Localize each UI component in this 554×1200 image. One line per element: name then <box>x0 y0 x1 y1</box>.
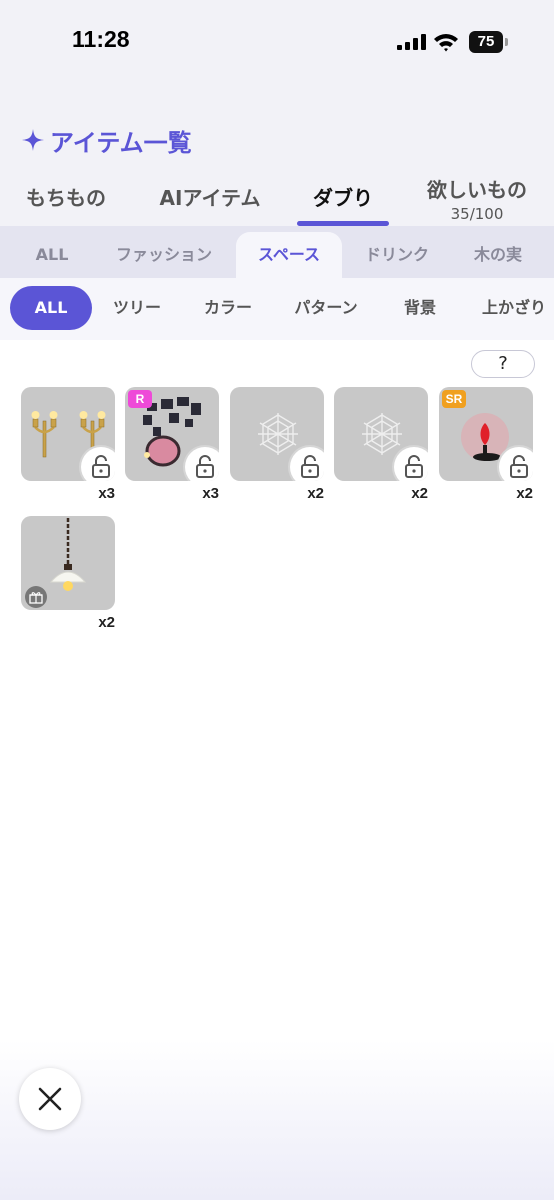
close-icon <box>38 1087 62 1111</box>
filter-chip-background[interactable]: 背景 <box>392 286 448 330</box>
filter-chips: ALL ツリー カラー パターン 背景 上かざり <box>0 278 554 340</box>
unlock-icon[interactable] <box>185 447 219 481</box>
item-tile <box>230 387 324 481</box>
item-tile <box>21 387 115 481</box>
item-count: x2 <box>516 485 533 502</box>
category-tab-all[interactable]: ALL <box>14 232 90 278</box>
item-count: x2 <box>98 614 115 631</box>
category-tabs: ALL ファッション スペース ドリンク 木の実 <box>0 226 554 278</box>
item-count: x3 <box>202 485 219 502</box>
item-spider-web[interactable]: x2 <box>334 387 428 505</box>
category-tab-drink[interactable]: ドリンク <box>354 232 440 278</box>
filter-chip-color[interactable]: カラー <box>192 286 264 330</box>
status-time: 11:28 <box>72 26 130 52</box>
tab-label: AIアイテム <box>159 186 261 210</box>
filter-chip-tree[interactable]: ツリー <box>104 286 170 330</box>
battery-icon: 75 <box>469 31 509 53</box>
item-red-candle[interactable]: SR x2 <box>439 387 533 505</box>
page-title-text: アイテム一覧 <box>50 128 192 157</box>
item-tile <box>21 516 115 610</box>
rarity-badge: R <box>128 390 152 408</box>
item-count: x3 <box>98 485 115 502</box>
tab-label: ダブり <box>313 186 373 210</box>
item-tile: R <box>125 387 219 481</box>
unlock-icon[interactable] <box>81 447 115 481</box>
unlock-icon[interactable] <box>394 447 428 481</box>
item-tile <box>334 387 428 481</box>
item-spider-web[interactable]: x2 <box>230 387 324 505</box>
battery-level: 75 <box>469 31 503 53</box>
tab-label: 欲しいもの <box>427 178 527 202</box>
filter-chip-top-decoration[interactable]: 上かざり <box>474 286 554 330</box>
filter-chip-all[interactable]: ALL <box>10 286 92 330</box>
main-tabs: もちもの AIアイテム ダブり 欲しいもの 35/100 <box>0 168 554 226</box>
item-count: x2 <box>411 485 428 502</box>
item-tile: SR <box>439 387 533 481</box>
wishlist-count: 35/100 <box>450 205 504 223</box>
item-candelabra[interactable]: x3 <box>21 387 115 505</box>
tab-wishlist[interactable]: 欲しいもの 35/100 <box>418 168 536 226</box>
tab-label: もちもの <box>26 186 106 210</box>
cellular-signal-icon <box>397 34 426 50</box>
tab-ai-items[interactable]: AIアイテム <box>148 168 272 226</box>
item-wall-frames[interactable]: R x3 <box>125 387 219 505</box>
category-tab-fashion[interactable]: ファッション <box>104 232 224 278</box>
category-tab-nuts[interactable]: 木の実 <box>458 232 538 278</box>
close-button[interactable] <box>19 1068 81 1130</box>
page-title: アイテム一覧 <box>22 122 192 158</box>
tab-belongings[interactable]: もちもの <box>14 168 118 226</box>
status-bar: 11:28 75 <box>0 0 554 80</box>
help-button[interactable]: ? <box>471 350 535 378</box>
unlock-icon[interactable] <box>290 447 324 481</box>
item-pendant-lamp[interactable]: x2 <box>21 516 115 634</box>
rarity-badge: SR <box>442 390 466 408</box>
sparkle-icon <box>22 129 44 151</box>
category-tab-space[interactable]: スペース <box>236 232 342 278</box>
gift-icon <box>25 586 47 608</box>
unlock-icon[interactable] <box>499 447 533 481</box>
filter-chip-pattern[interactable]: パターン <box>286 286 366 330</box>
wifi-icon <box>434 34 458 52</box>
tab-duplicates[interactable]: ダブり <box>297 168 389 226</box>
item-count: x2 <box>307 485 324 502</box>
